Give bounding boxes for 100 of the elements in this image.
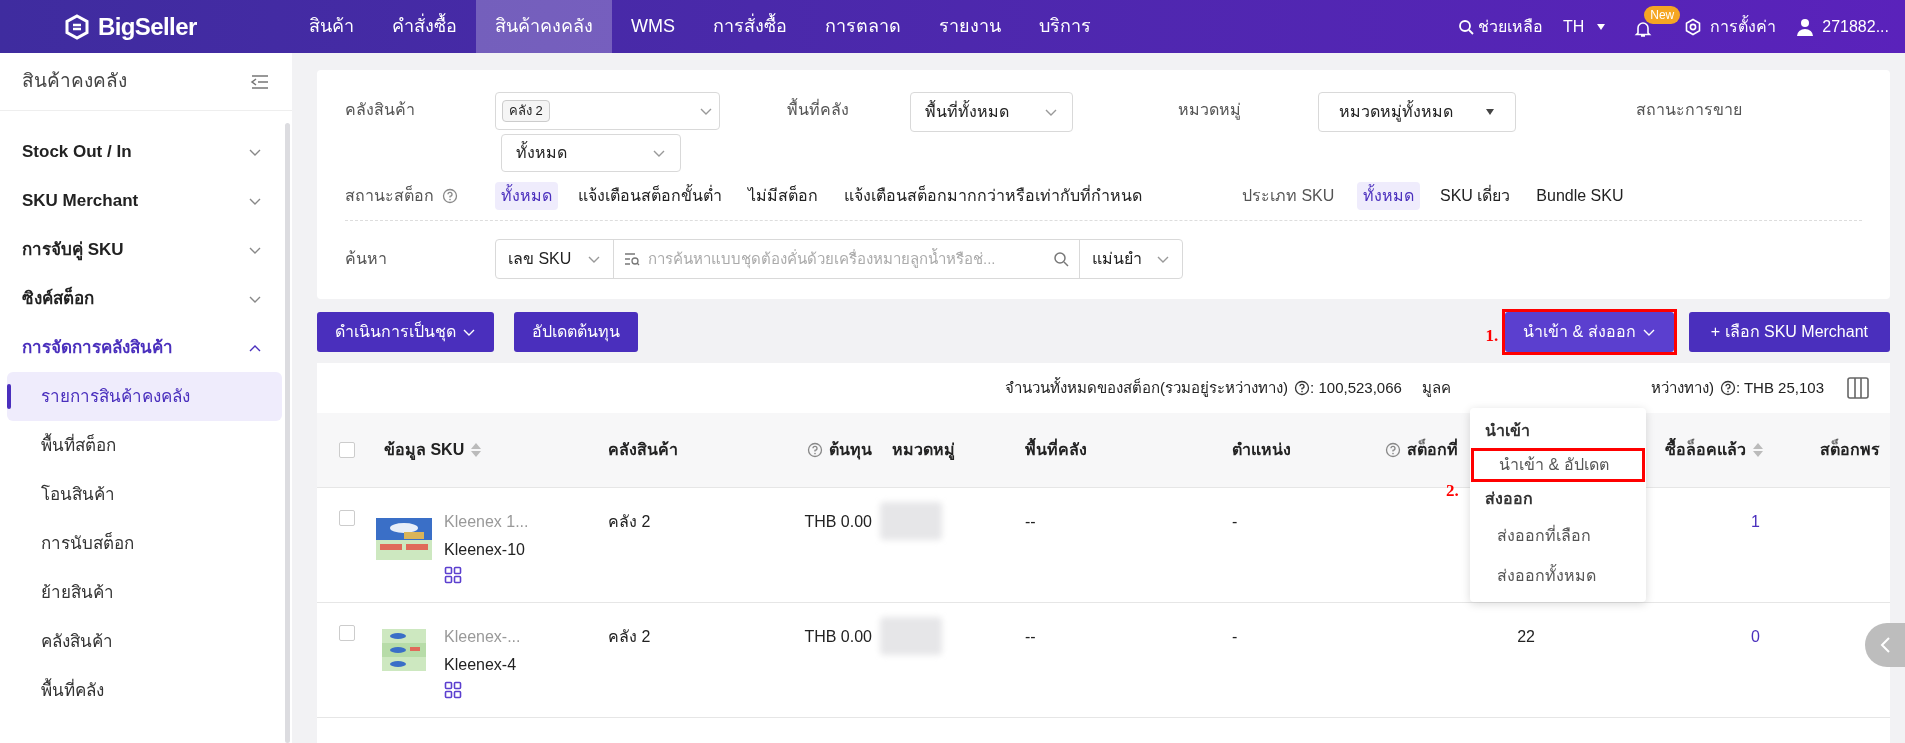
column-header: ซื้อล็อคแล้ว	[1665, 438, 1746, 462]
menu-item[interactable]: ส่งออกที่เลือก	[1470, 516, 1646, 556]
collapse-menu-icon	[250, 73, 270, 90]
sidebar-title: สินค้าคงคลัง	[22, 69, 127, 94]
filter-label: พื้นที่คลัง	[787, 92, 910, 122]
filter-label: ประเภท SKU	[1242, 186, 1336, 206]
category-select[interactable]: หมวดหมู่ทั้งหมด	[1318, 92, 1516, 132]
sku-code: Kleenex-4	[444, 655, 518, 675]
filter-label: หมวดหมู่	[1178, 100, 1242, 122]
nav-tab[interactable]: สินค้าคงคลัง	[476, 0, 612, 53]
sidebar-group[interactable]: การจัดการคลังสินค้า	[0, 323, 282, 372]
annotation-number: 2.	[1446, 480, 1459, 502]
menu-heading: ส่งออก	[1484, 489, 1534, 509]
checkbox[interactable]	[339, 510, 355, 526]
toolbar-button[interactable]: นำเข้า & ส่งออก	[1505, 312, 1674, 352]
filter-option[interactable]: ไม่มีสต็อก	[742, 182, 824, 210]
help-icon	[1294, 380, 1311, 396]
checkbox[interactable]	[339, 625, 355, 641]
toolbar-button[interactable]: อัปเดตต้นทุน	[514, 312, 638, 352]
annotation-number: 1.	[1485, 325, 1499, 348]
column-header: ต้นทุน	[829, 440, 872, 462]
grid-icon	[444, 566, 462, 584]
area-select[interactable]: พื้นที่ทั้งหมด	[910, 92, 1073, 132]
toolbar-button[interactable]: + เลือก SKU Merchant	[1688, 312, 1890, 352]
column-header: สต็อกพร	[1820, 438, 1880, 462]
checkbox[interactable]	[339, 442, 355, 458]
sidebar-item[interactable]: ย้ายสินค้า	[7, 568, 282, 617]
sidebar-item[interactable]: โอนสินค้า	[7, 470, 282, 519]
toolbar-button[interactable]: ดำเนินการเป็นชุด	[317, 312, 494, 352]
new-badge: New	[1644, 5, 1681, 24]
help-link[interactable]: ช่วยเหลือ	[1457, 14, 1543, 39]
locked-count-link[interactable]: 0	[1751, 625, 1760, 649]
nav-tab[interactable]: คำสั่งซื้อ	[373, 0, 476, 53]
warehouse-select[interactable]: คลัง 2	[495, 92, 720, 130]
nav-tab[interactable]: การตลาด	[806, 0, 920, 53]
table-cell-text: คลัง 2	[608, 512, 651, 532]
warehouse-tag: คลัง 2	[502, 100, 550, 122]
sidebar-item[interactable]: รายการสินค้าคงคลัง	[7, 372, 282, 421]
table-cell-text: -	[1232, 512, 1238, 532]
language-select[interactable]: TH	[1562, 14, 1607, 39]
nav-tab[interactable]: การสั่งซื้อ	[694, 0, 806, 53]
column-header: คลังสินค้า	[608, 440, 678, 460]
nav-tab[interactable]: WMS	[612, 0, 694, 53]
filter-label: ค้นหา	[345, 249, 388, 269]
settings-link[interactable]: การตั้งค่า	[1684, 14, 1777, 39]
sku-code: Kleenex-10	[444, 540, 526, 560]
table-cell-text: THB 0.00	[804, 627, 872, 647]
column-header: ตำแหน่ง	[1232, 440, 1291, 460]
user-menu[interactable]: 271882...	[1796, 14, 1889, 39]
filter-option[interactable]: SKU เดี่ยว	[1434, 182, 1517, 210]
table-cell-text: 22	[1517, 627, 1535, 647]
column-header: หมวดหมู่	[892, 440, 955, 462]
filter-option[interactable]: ทั้งหมด	[1357, 182, 1420, 210]
help-icon	[1719, 380, 1736, 396]
columns-icon	[1846, 376, 1870, 400]
column-header: พื้นที่คลัง	[1025, 438, 1087, 462]
sidebar-item[interactable]: พื้นที่สต็อก	[7, 421, 282, 470]
chevron-left-icon	[1879, 636, 1891, 654]
stat-value: : THB 25,103	[1735, 377, 1824, 398]
logo-text: BigSeller	[98, 11, 197, 42]
sidebar-group[interactable]: Stock Out / In	[0, 127, 282, 176]
menu-heading: นำเข้า	[1484, 421, 1531, 441]
help-icon	[442, 188, 458, 204]
table-cell-text: -	[1232, 627, 1238, 647]
grid-icon	[444, 681, 462, 699]
table-cell-text: คลัง 2	[608, 627, 651, 647]
filter-option[interactable]: ทั้งหมด	[495, 182, 558, 210]
sidebar-item[interactable]: คลังสินค้า	[7, 617, 282, 666]
nav-tab[interactable]: บริการ	[1020, 0, 1110, 53]
sidebar-item[interactable]: การนับสต็อก	[7, 519, 282, 568]
help-icon	[1385, 442, 1401, 458]
stat-label: หว่างทาง)	[1650, 377, 1714, 398]
sidebar-group[interactable]: การจับคู่ SKU	[0, 225, 282, 274]
nav-tab[interactable]: สินค้า	[290, 0, 373, 53]
logo-icon	[64, 13, 90, 40]
sort-icon	[470, 441, 483, 459]
locked-count-link[interactable]: 1	[1751, 510, 1760, 534]
sidebar-item[interactable]: พื้นที่คลัง	[7, 666, 282, 715]
menu-item[interactable]: ส่งออกทั้งหมด	[1470, 556, 1646, 596]
status-select[interactable]: ทั้งหมด	[501, 134, 681, 172]
filter-option[interactable]: แจ้งเตือนสต็อกมากกว่าหรือเท่ากับที่กำหนด	[838, 182, 1148, 210]
search-icon	[1457, 18, 1474, 35]
sidebar-group[interactable]: SKU Merchant	[0, 176, 282, 225]
help-icon	[807, 442, 823, 458]
user-icon	[1796, 17, 1815, 36]
sort-icon	[1752, 441, 1764, 459]
caret-icon	[1596, 22, 1607, 31]
stat-label: มูลค	[1421, 377, 1451, 399]
filter-option[interactable]: Bundle SKU	[1530, 182, 1630, 210]
table-cell-text: --	[1025, 627, 1036, 647]
table-cell-text: --	[1025, 512, 1036, 532]
filter-option[interactable]: แจ้งเตือนสต็อกขั้นต่ำ	[572, 182, 728, 210]
filter-label: คลังสินค้า	[345, 100, 416, 120]
filter-label: สถานะสต็อก	[345, 184, 434, 206]
sidebar-group[interactable]: ซิงค์สต็อก	[0, 274, 282, 323]
column-header: สต็อกที่	[1407, 438, 1458, 462]
table-cell-text: THB 0.00	[804, 512, 872, 532]
nav-tab[interactable]: รายงาน	[920, 0, 1020, 53]
bell-icon	[1634, 19, 1653, 38]
caret-icon	[1485, 108, 1495, 116]
